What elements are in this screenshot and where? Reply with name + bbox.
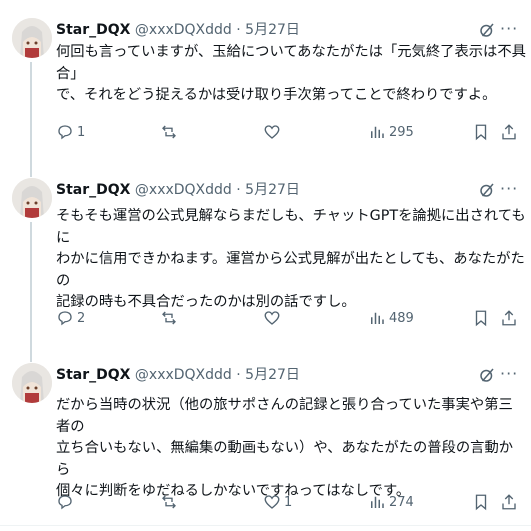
tweet-line: そもそも運営の公式見解ならまだしも、チャットGPTを論拠に出されてもに [56, 208, 526, 246]
tweet-1[interactable]: Star_DQX @xxxDQXddd · 5月27日 ··· 何回も言っていま… [0, 0, 531, 175]
avatar[interactable] [12, 363, 52, 403]
like-icon [264, 495, 280, 509]
display-name[interactable]: Star_DQX [56, 22, 130, 38]
repost-button[interactable] [160, 306, 181, 330]
handle[interactable]: @xxxDQXddd [135, 367, 232, 383]
like-button[interactable] [263, 120, 284, 144]
repost-button[interactable] [160, 490, 181, 514]
tweet-actions: 2 489 [0, 306, 531, 330]
views-button[interactable]: 489 [368, 306, 414, 330]
timestamp[interactable]: 5月27日 [245, 182, 300, 198]
thread-line [30, 175, 32, 177]
repost-button[interactable] [160, 120, 181, 144]
bookmark-button[interactable] [472, 120, 490, 144]
bookmark-icon [475, 494, 487, 511]
more-icon[interactable]: ··· [500, 19, 518, 38]
tweet-text: だから当時の状況（他の旅サポさんの記録と張り合っていた事実や第三者の 立ち合いも… [56, 395, 526, 503]
tweet-line: 立ち合いもない、無編集の動画もない）や、あなたがたの普段の言動から [56, 440, 514, 478]
display-name[interactable]: Star_DQX [56, 182, 130, 198]
like-icon [264, 311, 280, 325]
views-button[interactable]: 295 [368, 120, 414, 144]
separator: · [236, 22, 241, 38]
timestamp[interactable]: 5月27日 [245, 22, 300, 38]
tweet-text: 何回も言っていますが、玉給についてあなたがたは「元気終了表示は不具合」 で、それ… [56, 42, 526, 107]
tweet-line: 何回も言っていますが、玉給についてあなたがたは「元気終了表示は不具合」 [56, 44, 526, 82]
share-button[interactable] [500, 490, 518, 514]
bookmark-icon [475, 124, 487, 141]
views-icon [371, 312, 384, 324]
tweet-line: わかに信用できかねます。運営から公式見解が出たとしても、あなたがたの [56, 251, 525, 289]
grok-icon[interactable] [478, 21, 496, 39]
like-count: 1 [284, 494, 293, 510]
views-count: 295 [389, 124, 414, 140]
like-button[interactable] [263, 306, 284, 330]
share-icon [502, 494, 516, 510]
thread-line [30, 350, 32, 362]
tweet-2[interactable]: Star_DQX @xxxDQXddd · 5月27日 ··· そもそも運営の公… [0, 175, 531, 362]
separator: · [236, 182, 241, 198]
like-icon [264, 125, 280, 139]
like-button[interactable]: 1 [263, 490, 292, 514]
reply-button[interactable]: 2 [56, 306, 85, 330]
views-count: 274 [389, 494, 414, 510]
reply-count: 1 [77, 124, 86, 140]
tweet-line: だから当時の状況（他の旅サポさんの記録と張り合っていた事実や第三者の [56, 397, 513, 435]
thread-line [30, 222, 32, 362]
reply-button[interactable]: 1 [56, 120, 85, 144]
thread-line [30, 62, 32, 175]
separator: · [236, 367, 241, 383]
bookmark-icon [475, 310, 487, 327]
tweet-header: Star_DQX @xxxDQXddd · 5月27日 [56, 180, 300, 200]
avatar[interactable] [12, 178, 52, 218]
share-icon [502, 310, 516, 326]
tweet-3[interactable]: Star_DQX @xxxDQXddd · 5月27日 ··· だから当時の状況… [0, 350, 531, 531]
timestamp[interactable]: 5月27日 [245, 367, 300, 383]
tweet-line: で、それをどう捉えるかは受け取り手次第ってことで終わりですよ。 [56, 87, 497, 103]
share-button[interactable] [500, 306, 518, 330]
views-button[interactable]: 274 [368, 490, 414, 514]
more-icon[interactable]: ··· [500, 179, 518, 198]
tweet-actions: 1 295 [0, 120, 531, 144]
divider [0, 525, 531, 526]
repost-icon [162, 311, 176, 325]
reply-icon [58, 495, 72, 510]
grok-icon[interactable] [478, 181, 496, 199]
tweet-header: Star_DQX @xxxDQXddd · 5月27日 [56, 20, 300, 40]
tweet-text: そもそも運営の公式見解ならまだしも、チャットGPTを論拠に出されてもに わかに信… [56, 206, 526, 314]
avatar[interactable] [12, 18, 52, 58]
reply-icon [58, 311, 72, 326]
views-count: 489 [389, 310, 414, 326]
bookmark-button[interactable] [472, 490, 490, 514]
views-icon [371, 126, 384, 138]
views-icon [371, 496, 384, 508]
reply-icon [58, 125, 72, 140]
repost-icon [162, 495, 176, 509]
reply-button[interactable] [56, 490, 77, 514]
handle[interactable]: @xxxDQXddd [135, 22, 232, 38]
more-icon[interactable]: ··· [500, 364, 518, 383]
repost-icon [162, 125, 176, 139]
bookmark-button[interactable] [472, 306, 490, 330]
handle[interactable]: @xxxDQXddd [135, 182, 232, 198]
tweet-actions: 1 274 [0, 490, 531, 514]
grok-icon[interactable] [478, 366, 496, 384]
share-button[interactable] [500, 120, 518, 144]
share-icon [502, 124, 516, 140]
tweet-header: Star_DQX @xxxDQXddd · 5月27日 [56, 365, 300, 385]
display-name[interactable]: Star_DQX [56, 367, 130, 383]
reply-count: 2 [77, 310, 86, 326]
